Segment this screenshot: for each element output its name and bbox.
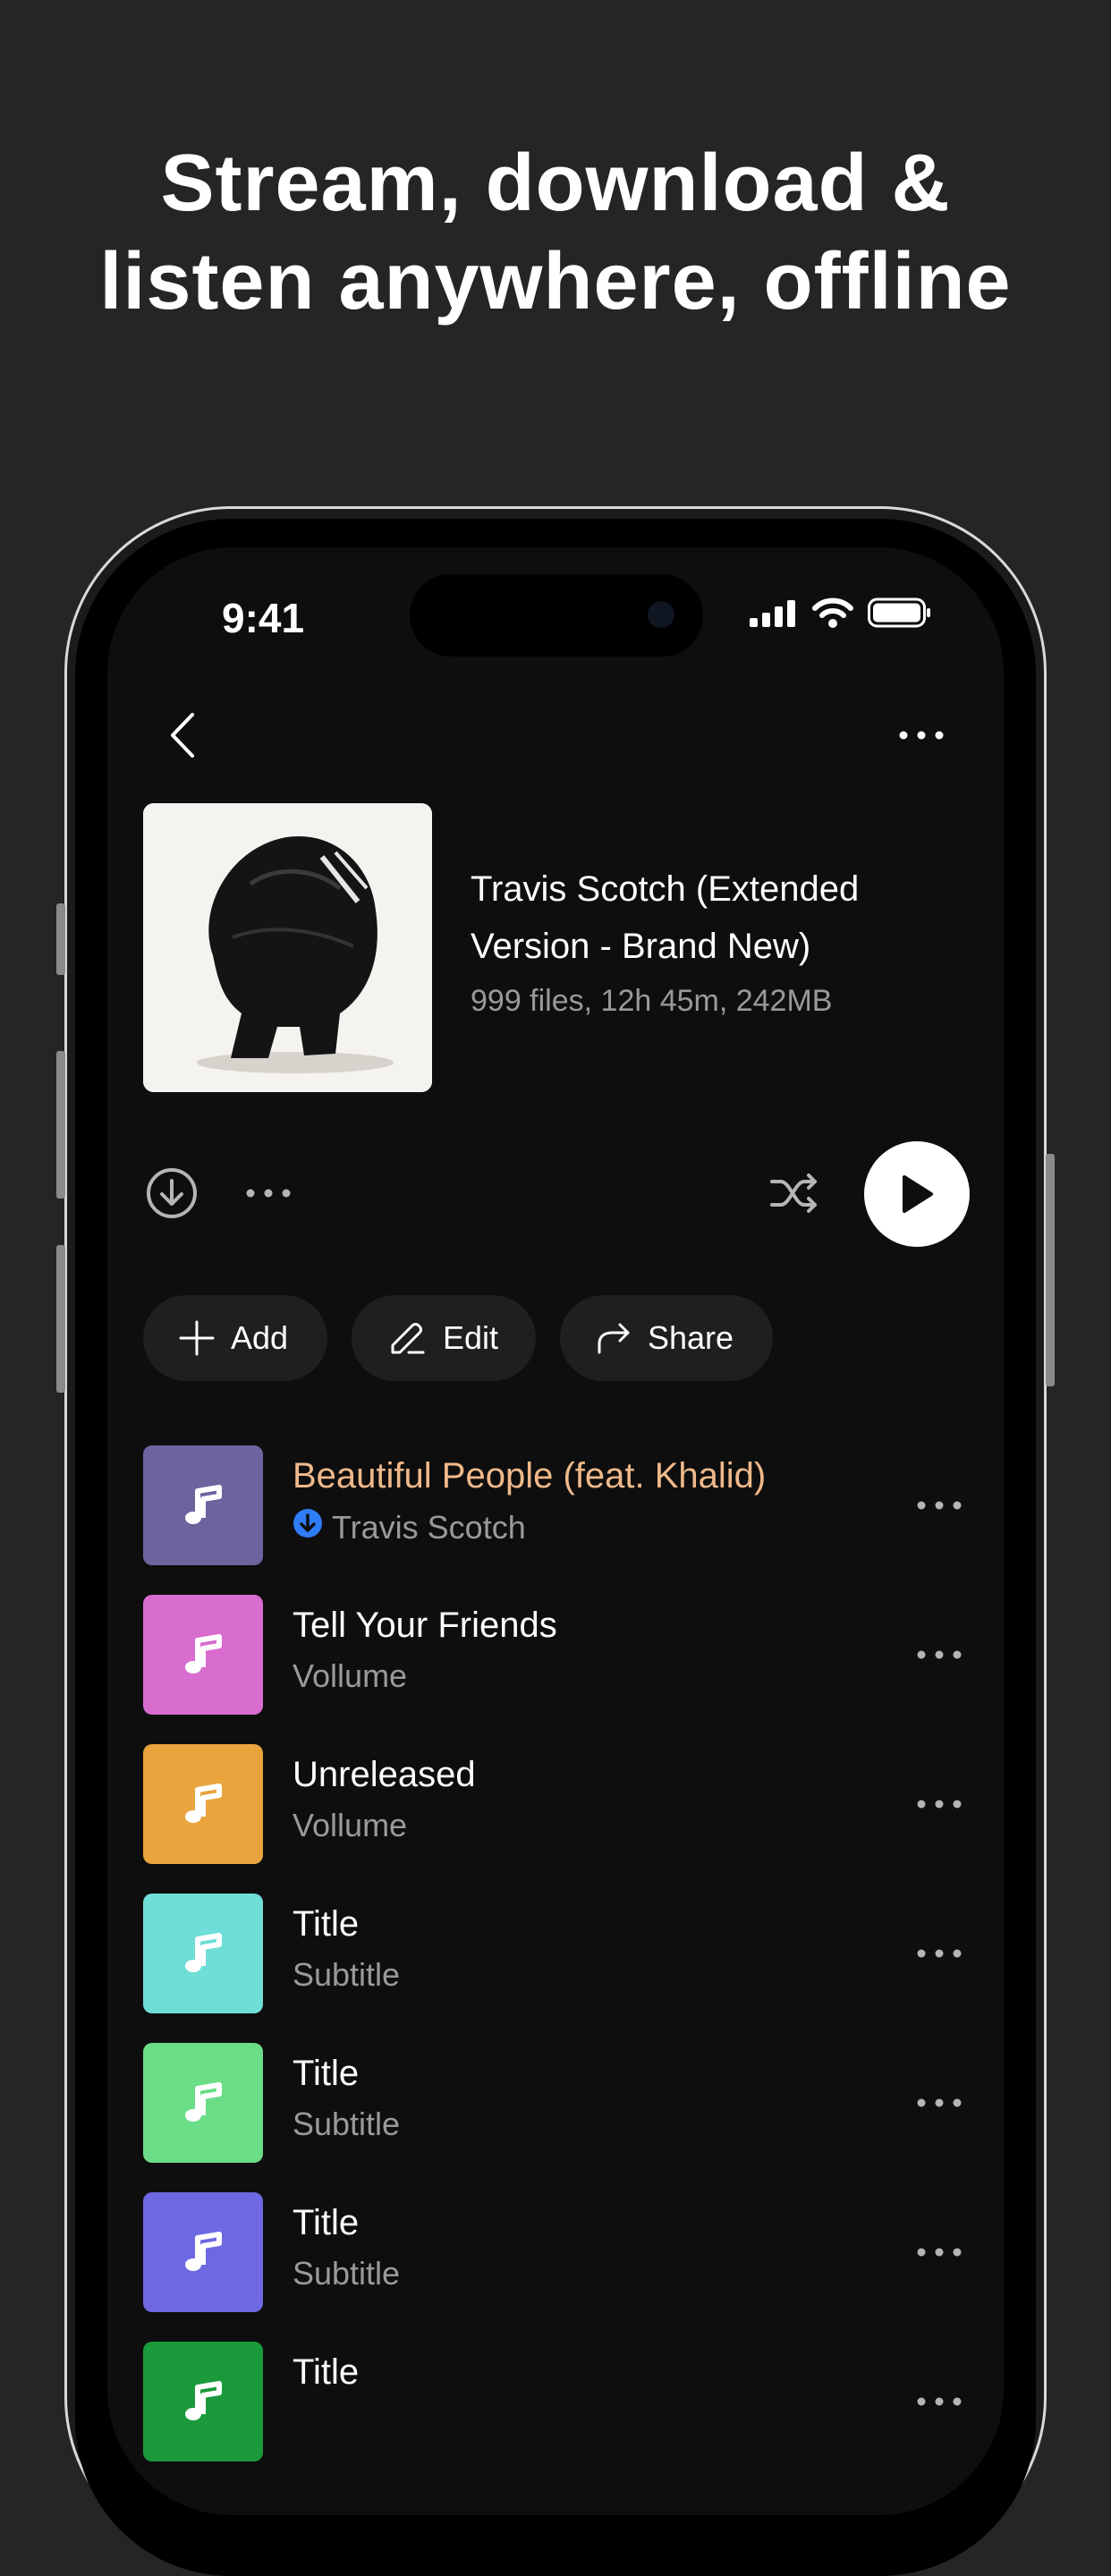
plus-icon (179, 1320, 215, 1356)
track-more-button[interactable] (912, 1628, 966, 1682)
track-thumbnail (143, 1744, 263, 1864)
track-thumbnail (143, 1894, 263, 2013)
add-button-label: Add (231, 1319, 289, 1356)
music-note-icon (185, 1933, 222, 1972)
track-title: Title (293, 1904, 360, 1944)
track-subtitle: Travis Scotch (293, 1508, 526, 1546)
side-button-volume-up (56, 1051, 65, 1199)
wifi-icon (812, 597, 853, 628)
track-title: Tell Your Friends (293, 1606, 557, 1645)
edit-button-label: Edit (443, 1319, 499, 1356)
status-icons (750, 597, 932, 628)
album-meta: 999 files, 12h 45m, 242MB (471, 984, 833, 1018)
more-horizontal-icon (917, 1650, 962, 1659)
track-thumbnail (143, 2192, 263, 2312)
more-options-button[interactable] (893, 707, 950, 764)
track-subtitle-text: Subtitle (293, 1956, 401, 1993)
side-button-volume-down (56, 1245, 65, 1393)
track-more-button[interactable] (912, 2225, 966, 2279)
track-row[interactable]: Unreleased Vollume (143, 1744, 966, 1864)
music-note-icon (185, 2232, 222, 2271)
track-more-button[interactable] (912, 1777, 966, 1831)
track-subtitle-text: Vollume (293, 1807, 408, 1843)
music-note-icon (185, 2082, 222, 2122)
signal-icon (750, 600, 795, 627)
side-button-mute (56, 903, 65, 975)
music-note-icon (185, 1485, 222, 1524)
track-subtitle: Subtitle (293, 1956, 400, 1994)
play-icon (903, 1175, 933, 1213)
track-thumbnail (143, 1595, 263, 1715)
track-subtitle-text: Subtitle (293, 2255, 401, 2292)
track-subtitle: Subtitle (293, 2106, 400, 2143)
camera-icon (648, 601, 674, 628)
track-row[interactable]: Tell Your Friends Vollume (143, 1595, 966, 1715)
music-note-icon (185, 2381, 222, 2420)
track-title: Unreleased (293, 1755, 476, 1794)
track-more-button[interactable] (912, 2375, 966, 2428)
download-circle-icon (147, 1168, 197, 1218)
share-arrow-icon (598, 1323, 630, 1354)
track-title: Title (293, 2352, 360, 2392)
track-row[interactable]: Title Subtitle (143, 2043, 966, 2163)
play-button[interactable] (864, 1141, 970, 1247)
album-title: Travis Scotch (Extended Version - Brand … (471, 869, 860, 966)
share-button-label: Share (648, 1319, 734, 1356)
album-cover (143, 803, 432, 1092)
track-subtitle-text: Travis Scotch (332, 1508, 526, 1546)
shuffle-icon (770, 1174, 817, 1213)
album-more-button[interactable] (240, 1165, 297, 1222)
music-note-icon (185, 1784, 222, 1823)
more-horizontal-icon (917, 1501, 962, 1510)
track-subtitle-text: Vollume (293, 1657, 408, 1694)
share-button[interactable]: Share (560, 1295, 773, 1381)
track-thumbnail (143, 2342, 263, 2462)
download-button[interactable] (143, 1165, 200, 1222)
more-horizontal-icon (917, 2397, 962, 2406)
chevron-left-icon (171, 713, 194, 758)
track-title: Beautiful People (feat. Khalid) (293, 1456, 767, 1496)
more-horizontal-icon (917, 1949, 962, 1958)
track-title: Title (293, 2054, 360, 2093)
headline-line-1: Stream, download & (160, 139, 951, 228)
track-row[interactable]: Title Subtitle (143, 1894, 966, 2013)
more-horizontal-icon (246, 1189, 291, 1198)
track-row[interactable]: Beautiful People (feat. Khalid) Travis Sc… (143, 1445, 966, 1565)
headline-line-2: listen anywhere, offline (99, 237, 1012, 326)
shuffle-button[interactable] (766, 1165, 823, 1222)
track-row[interactable]: Title (143, 2342, 966, 2462)
track-thumbnail (143, 1445, 263, 1565)
back-button[interactable] (154, 707, 211, 764)
track-more-button[interactable] (912, 2076, 966, 2130)
more-horizontal-icon (917, 1800, 962, 1809)
edit-button[interactable]: Edit (352, 1295, 536, 1381)
track-subtitle: Vollume (293, 1807, 407, 1844)
status-time: 9:41 (222, 595, 305, 641)
phone-screen: 9:41 Travis Scotch (Extended Version - B… (107, 547, 1004, 2515)
album-art (143, 803, 432, 1092)
track-row[interactable]: Title Subtitle (143, 2192, 966, 2312)
track-subtitle: Subtitle (293, 2255, 400, 2292)
track-more-button[interactable] (912, 1479, 966, 1532)
dynamic-island (410, 574, 703, 657)
track-title: Title (293, 2203, 360, 2242)
track-more-button[interactable] (912, 1927, 966, 1980)
music-note-icon (185, 1634, 222, 1674)
track-subtitle: Vollume (293, 1657, 407, 1695)
pencil-icon (391, 1323, 425, 1354)
track-thumbnail (143, 2043, 263, 2163)
headline: Stream, download & listen anywhere, offl… (0, 134, 1111, 331)
more-horizontal-icon (917, 2248, 962, 2257)
add-button[interactable]: Add (143, 1295, 327, 1381)
more-horizontal-icon (917, 2098, 962, 2107)
battery-icon (868, 597, 930, 628)
track-subtitle-text: Subtitle (293, 2106, 401, 2142)
side-button-power (1046, 1154, 1055, 1386)
more-horizontal-icon (899, 731, 944, 740)
downloaded-icon (293, 1508, 323, 1546)
